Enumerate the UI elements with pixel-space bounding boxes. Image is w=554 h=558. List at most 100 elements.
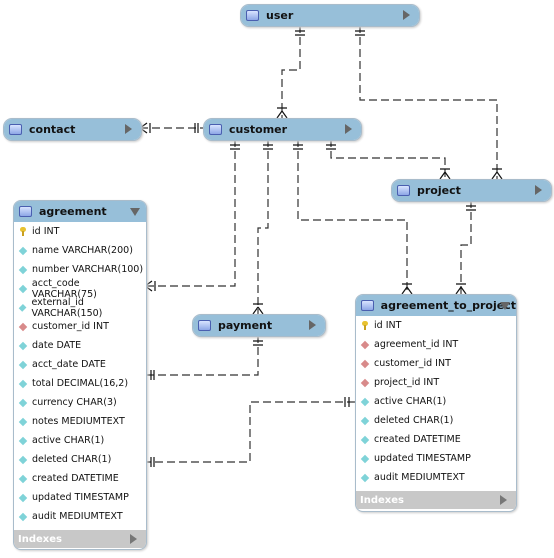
expand-arrow-icon[interactable] <box>403 10 410 20</box>
column-label: audit MEDIUMTEXT <box>32 511 123 522</box>
expand-arrow-icon[interactable] <box>125 124 132 134</box>
column-row[interactable]: acct_date DATE <box>14 355 146 374</box>
column-icon <box>360 416 370 425</box>
column-row[interactable]: audit MEDIUMTEXT <box>14 507 146 526</box>
collapse-arrow-icon[interactable] <box>130 208 140 216</box>
rel-user-customer <box>281 25 301 118</box>
column-label: deleted CHAR(1) <box>374 415 454 426</box>
column-row[interactable]: updated TIMESTAMP <box>14 488 146 507</box>
expand-arrow-icon[interactable] <box>535 185 542 195</box>
column-row[interactable]: created DATETIME <box>356 430 516 449</box>
table-title: project <box>417 184 461 197</box>
column-icon <box>18 379 28 388</box>
column-row[interactable]: customer_id INT <box>14 317 146 336</box>
column-label: active CHAR(1) <box>32 435 105 446</box>
column-icon <box>18 436 28 445</box>
table-title: user <box>266 9 294 22</box>
column-label: id INT <box>32 226 60 237</box>
table-title: contact <box>29 123 76 136</box>
column-row[interactable]: currency CHAR(3) <box>14 393 146 412</box>
table-contact[interactable]: contact <box>3 118 142 141</box>
rel-agreement-to-project-agreement <box>145 401 355 463</box>
table-icon <box>397 185 410 196</box>
table-icon <box>19 206 32 217</box>
column-row[interactable]: project_id INT <box>356 373 516 392</box>
column-label: updated TIMESTAMP <box>374 453 471 464</box>
table-user[interactable]: user <box>240 4 420 27</box>
column-row[interactable]: agreement_id INT <box>356 335 516 354</box>
table-project[interactable]: project <box>391 179 552 202</box>
table-title: payment <box>218 319 273 332</box>
column-icon <box>18 265 28 274</box>
column-row[interactable]: name VARCHAR(200) <box>14 241 146 260</box>
column-label: notes MEDIUMTEXT <box>32 416 125 427</box>
table-payment[interactable]: payment <box>192 314 326 337</box>
column-label: deleted CHAR(1) <box>32 454 112 465</box>
rel-payment-agreement <box>145 335 259 376</box>
table-icon <box>361 300 374 311</box>
expand-arrow-icon[interactable] <box>345 124 352 134</box>
column-icon <box>360 435 370 444</box>
column-row[interactable]: id INT <box>356 316 516 335</box>
column-label: acct_date DATE <box>32 359 106 370</box>
expand-arrow-icon[interactable] <box>500 495 507 505</box>
column-icon <box>18 493 28 502</box>
column-row[interactable]: acct_code VARCHAR(75) <box>14 278 146 300</box>
column-row[interactable]: date DATE <box>14 336 146 355</box>
column-label: name VARCHAR(200) <box>32 245 133 256</box>
column-icon <box>18 284 28 293</box>
rel-customer-project <box>330 139 446 179</box>
column-icon <box>360 473 370 482</box>
column-row[interactable]: deleted CHAR(1) <box>356 411 516 430</box>
rel-customer-agreement-to-project <box>297 139 408 294</box>
column-row[interactable]: id INT <box>14 222 146 241</box>
column-label: number VARCHAR(100) <box>32 264 144 275</box>
foreign-key-icon <box>360 378 370 387</box>
table-title: customer <box>229 123 288 136</box>
indexes-section[interactable]: Indexes <box>14 530 146 548</box>
indexes-section[interactable]: Indexes <box>356 491 516 509</box>
table-icon <box>246 10 259 21</box>
rel-user-project <box>359 25 498 179</box>
column-icon <box>18 455 28 464</box>
column-label: audit MEDIUMTEXT <box>374 472 465 483</box>
column-row[interactable]: external_id VARCHAR(150) <box>14 296 146 319</box>
expand-arrow-icon[interactable] <box>130 534 137 544</box>
column-row[interactable]: created DATETIME <box>14 469 146 488</box>
column-row[interactable]: updated TIMESTAMP <box>356 449 516 468</box>
column-row[interactable]: notes MEDIUMTEXT <box>14 412 146 431</box>
column-row[interactable]: active CHAR(1) <box>356 392 516 411</box>
column-label: customer_id INT <box>32 321 109 332</box>
primary-key-icon <box>20 227 26 236</box>
table-title: agreement_to_project <box>380 299 516 312</box>
collapse-arrow-icon[interactable] <box>500 302 510 310</box>
column-label: created DATETIME <box>374 434 461 445</box>
column-icon <box>18 417 28 426</box>
rel-project-agreement-to-project <box>460 200 472 294</box>
column-icon <box>18 512 28 521</box>
rel-customer-payment <box>257 139 269 314</box>
column-row[interactable]: customer_id INT <box>356 354 516 373</box>
column-icon <box>18 398 28 407</box>
column-label: external_id VARCHAR(150) <box>31 296 103 319</box>
foreign-key-icon <box>360 340 370 349</box>
column-label: active CHAR(1) <box>374 396 447 407</box>
column-icon <box>18 246 28 255</box>
expand-arrow-icon[interactable] <box>309 320 316 330</box>
column-icon <box>18 303 27 312</box>
table-agreement-to-project[interactable]: agreement_to_project id INT agreement_id … <box>355 294 517 512</box>
column-icon <box>18 360 28 369</box>
foreign-key-icon <box>360 359 370 368</box>
column-row[interactable]: audit MEDIUMTEXT <box>356 468 516 487</box>
table-title: agreement <box>39 205 107 218</box>
table-customer[interactable]: customer <box>203 118 362 141</box>
column-row[interactable]: total DECIMAL(16,2) <box>14 374 146 393</box>
column-row[interactable]: number VARCHAR(100) <box>14 260 146 279</box>
column-row[interactable]: deleted CHAR(1) <box>14 450 146 469</box>
table-agreement[interactable]: agreement id INT name VARCHAR(200) number … <box>13 200 147 550</box>
column-label: customer_id INT <box>374 358 451 369</box>
column-label: date DATE <box>32 340 82 351</box>
column-label: currency CHAR(3) <box>32 397 117 408</box>
column-row[interactable]: active CHAR(1) <box>14 431 146 450</box>
column-label: total DECIMAL(16,2) <box>32 378 129 389</box>
